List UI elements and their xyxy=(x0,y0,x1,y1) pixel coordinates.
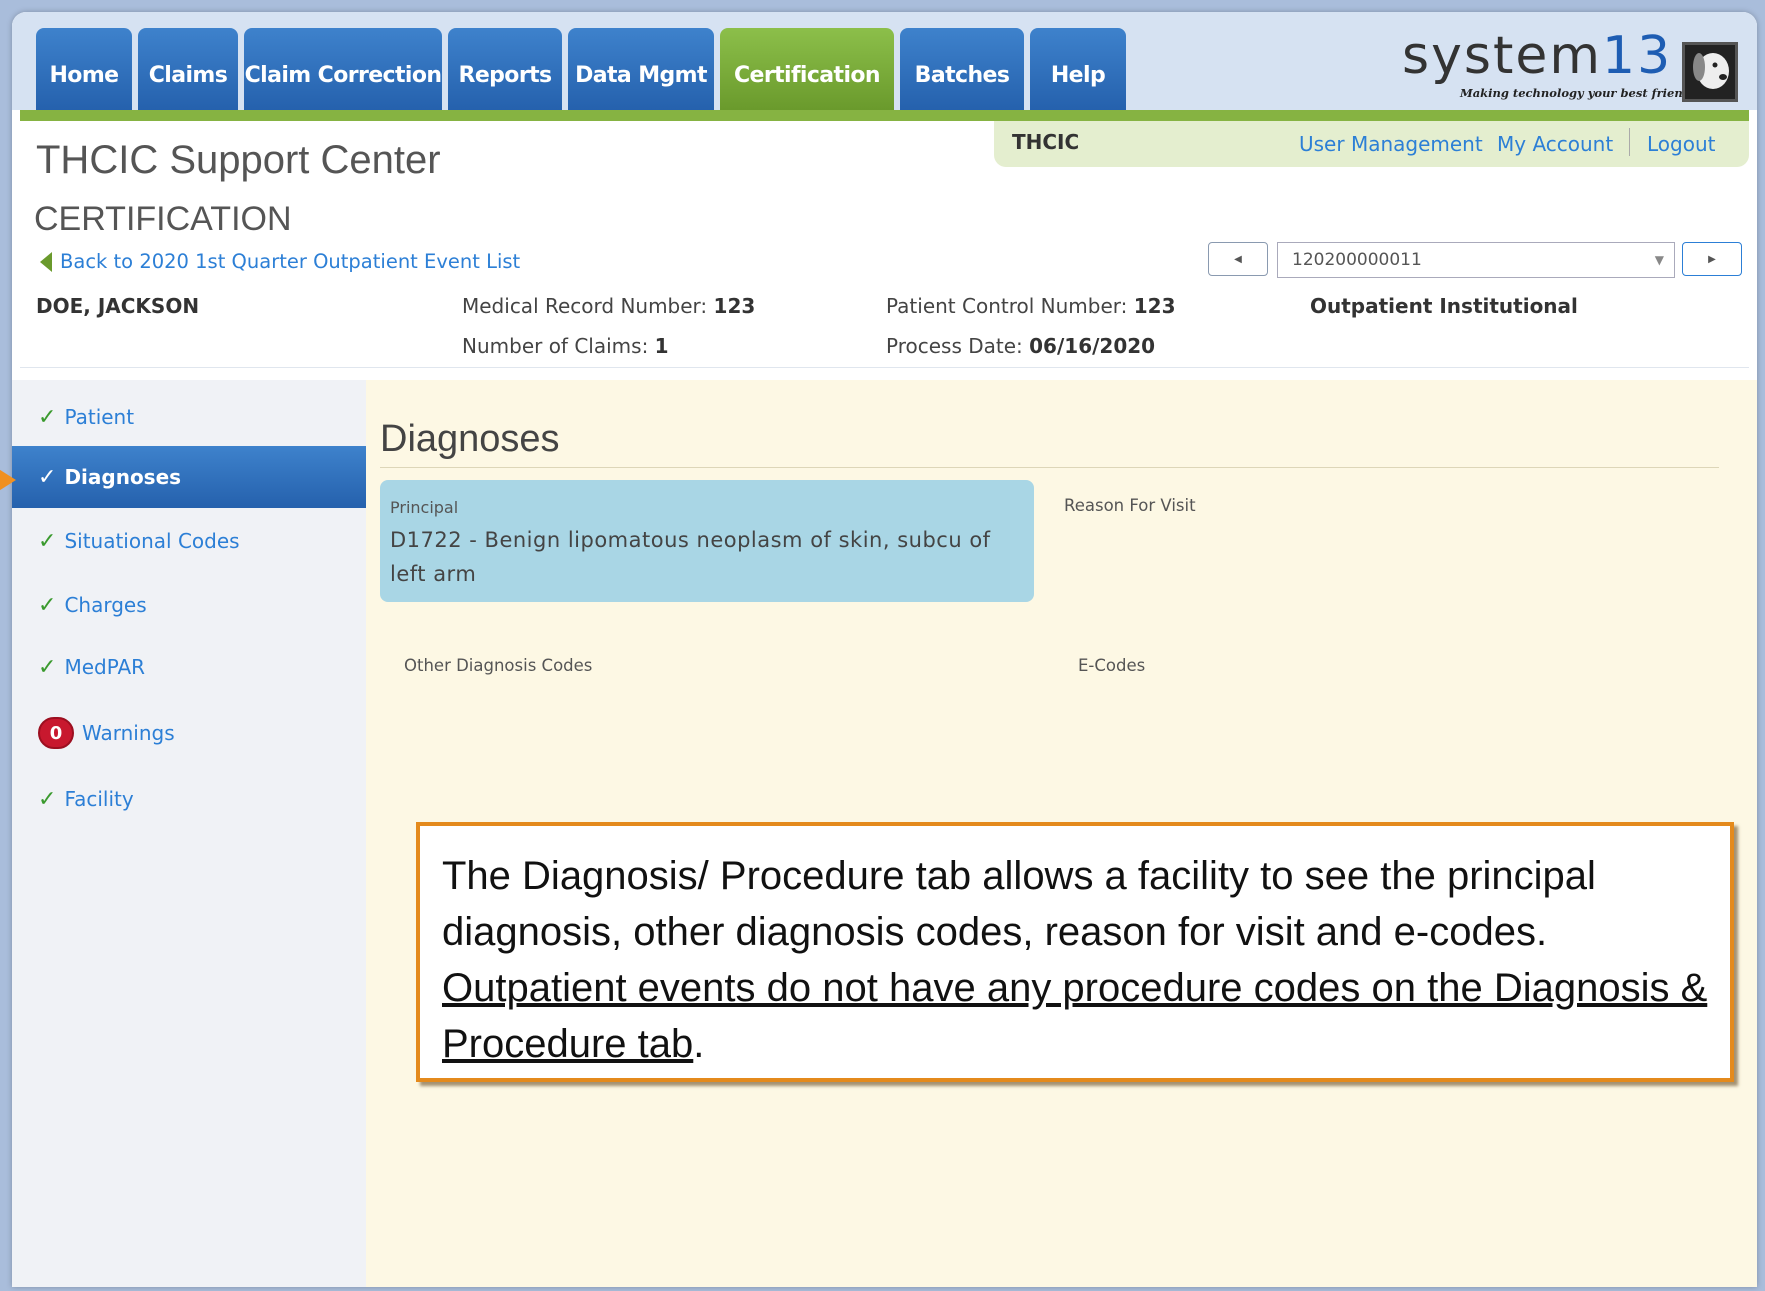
annotation-callout: The Diagnosis/ Procedure tab allows a fa… xyxy=(416,822,1734,1082)
principal-label: Principal xyxy=(390,498,459,517)
other-diagnosis-codes-label: Other Diagnosis Codes xyxy=(404,656,593,675)
callout-text: The Diagnosis/ Procedure tab allows a fa… xyxy=(442,854,1596,954)
logo-tagline: Making technology your best friend. xyxy=(1460,86,1695,100)
user-management-link[interactable]: User Management xyxy=(1299,132,1483,156)
callout-underlined-text: Outpatient events do not have any proced… xyxy=(442,966,1708,1066)
system13-logo: system13 Making technology your best fri… xyxy=(1392,26,1744,110)
sidebar-item-warnings[interactable]: 0 Warnings xyxy=(12,702,366,764)
claims-count-field: Number of Claims: 1 xyxy=(462,334,669,358)
divider xyxy=(20,367,1749,368)
claim-type: Outpatient Institutional xyxy=(1310,294,1578,318)
tab-reports[interactable]: Reports xyxy=(448,28,562,110)
check-icon: ✓ xyxy=(38,786,57,812)
claim-selector[interactable]: 120200000011 ▼ xyxy=(1277,242,1675,278)
tab-home[interactable]: Home xyxy=(36,28,132,110)
principal-diagnosis-value: D1722 - Benign lipomatous neoplasm of sk… xyxy=(390,528,991,586)
my-account-link[interactable]: My Account xyxy=(1497,132,1613,156)
divider xyxy=(380,467,1719,468)
pointer-arrow-icon xyxy=(0,466,16,494)
sidebar-item-facility[interactable]: ✓ Facility xyxy=(12,768,366,830)
previous-claim-button[interactable]: ◀ xyxy=(1208,242,1268,276)
back-to-event-list-link[interactable]: Back to 2020 1st Quarter Outpatient Even… xyxy=(40,250,520,273)
logout-link[interactable]: Logout xyxy=(1647,132,1715,156)
nav-underline xyxy=(20,110,1749,121)
claim-selector-value: 120200000011 xyxy=(1292,250,1422,270)
dog-logo-icon xyxy=(1682,42,1738,102)
org-name: THCIC xyxy=(1012,130,1080,154)
check-icon: ✓ xyxy=(38,592,57,618)
next-claim-button[interactable]: ▶ xyxy=(1682,242,1742,276)
reason-for-visit-label: Reason For Visit xyxy=(1064,496,1196,515)
tab-certification[interactable]: Certification xyxy=(720,28,894,110)
principal-diagnosis-card: Principal D1722 - Benign lipomatous neop… xyxy=(380,480,1034,602)
sidebar-item-situational-codes[interactable]: ✓ Situational Codes xyxy=(12,510,366,572)
tab-help[interactable]: Help xyxy=(1030,28,1126,110)
app-title: THCIC Support Center xyxy=(36,138,441,182)
back-link-label: Back to 2020 1st Quarter Outpatient Even… xyxy=(60,250,521,273)
check-icon: ✓ xyxy=(38,654,57,680)
patient-name: DOE, JACKSON xyxy=(36,294,200,318)
mrn-field: Medical Record Number: 123 xyxy=(462,294,756,318)
logo-wordmark: system13 xyxy=(1402,26,1673,86)
sidebar-item-patient[interactable]: ✓ Patient xyxy=(12,386,366,448)
sidebar: ✓ Patient ✓ Diagnoses ✓ Situational Code… xyxy=(12,380,366,1287)
callout-period: . xyxy=(693,1022,705,1066)
process-date-field: Process Date: 06/16/2020 xyxy=(886,334,1156,358)
warnings-count-badge: 0 xyxy=(38,717,74,749)
chevron-down-icon: ▼ xyxy=(1654,253,1664,267)
page-title: Diagnoses xyxy=(380,418,560,460)
tab-data-mgmt[interactable]: Data Mgmt xyxy=(568,28,714,110)
e-codes-label: E-Codes xyxy=(1078,656,1146,675)
tab-claim-correction[interactable]: Claim Correction xyxy=(244,28,442,110)
check-icon: ✓ xyxy=(38,528,57,554)
back-arrow-icon xyxy=(40,251,52,272)
section-title: CERTIFICATION xyxy=(34,200,292,238)
tab-batches[interactable]: Batches xyxy=(900,28,1024,110)
sidebar-item-charges[interactable]: ✓ Charges xyxy=(12,574,366,636)
sidebar-item-diagnoses[interactable]: ✓ Diagnoses xyxy=(12,446,366,508)
link-divider xyxy=(1629,128,1630,156)
sidebar-item-medpar[interactable]: ✓ MedPAR xyxy=(12,636,366,698)
pcn-field: Patient Control Number: 123 xyxy=(886,294,1176,318)
app-window: Home Claims Claim Correction Reports Dat… xyxy=(12,12,1757,1287)
check-icon: ✓ xyxy=(38,404,57,430)
tab-claims[interactable]: Claims xyxy=(138,28,238,110)
top-nav: Home Claims Claim Correction Reports Dat… xyxy=(12,12,1757,110)
check-icon: ✓ xyxy=(38,464,57,490)
